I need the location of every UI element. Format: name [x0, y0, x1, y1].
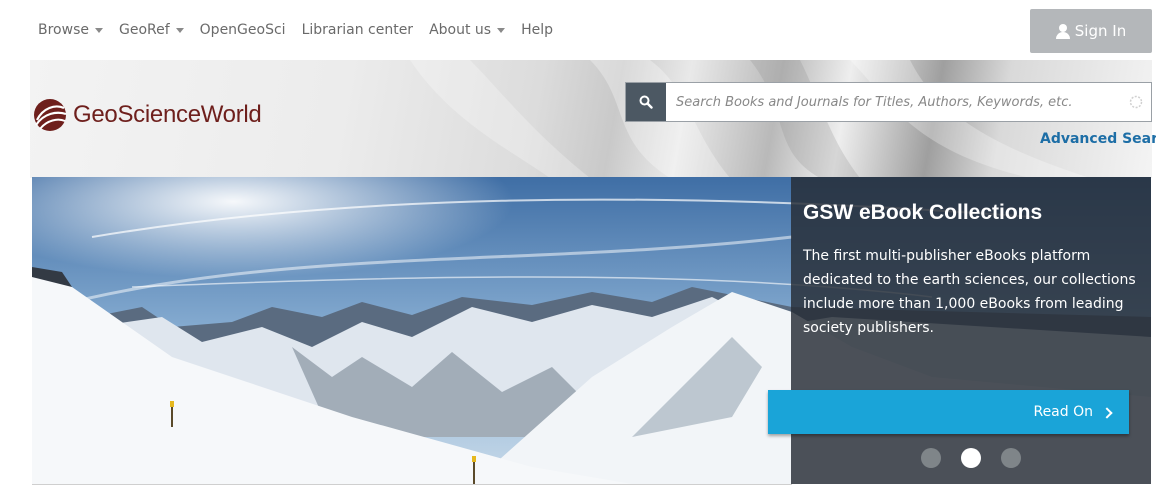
- carousel-dot-2[interactable]: [961, 448, 981, 468]
- promo-description: The first multi-publisher eBooks platfor…: [803, 248, 1136, 336]
- promo-panel: GSW eBook Collections The first multi-pu…: [791, 177, 1151, 484]
- nav-item-about-us[interactable]: About us: [429, 22, 506, 38]
- nav-item-help[interactable]: Help: [521, 22, 553, 38]
- divider: [32, 484, 792, 485]
- nav-item-label: Browse: [38, 22, 89, 38]
- user-icon: [1055, 23, 1070, 39]
- carousel-indicators: [921, 448, 1021, 468]
- logo-text: GeoScienceWorld: [73, 101, 262, 128]
- caret-down-icon: [94, 27, 103, 33]
- search-button[interactable]: [626, 83, 666, 121]
- loading-icon: [1121, 83, 1151, 121]
- search-icon: [639, 95, 653, 109]
- nav-item-label: OpenGeoSci: [199, 22, 286, 38]
- search-input[interactable]: [666, 83, 1121, 121]
- geoscienceworld-logo-icon: [34, 99, 67, 131]
- sign-in-label: Sign In: [1074, 22, 1127, 40]
- nav-item-opengeosci[interactable]: OpenGeoSci: [200, 22, 286, 38]
- hero-carousel: GSW eBook Collections The first multi-pu…: [32, 177, 1151, 484]
- search-bar: [625, 82, 1152, 122]
- nav-item-browse[interactable]: Browse: [38, 22, 103, 38]
- nav-item-label: About us: [429, 22, 492, 38]
- nav-item-label: Help: [521, 22, 554, 38]
- carousel-dot-1[interactable]: [921, 448, 941, 468]
- top-navigation: Browse GeoRef OpenGeoSci Librarian cente…: [0, 0, 1156, 60]
- caret-down-icon: [497, 27, 506, 33]
- promo-title: GSW eBook Collections: [803, 201, 1043, 224]
- nav-item-label: Librarian center: [301, 22, 414, 38]
- site-logo[interactable]: GeoScienceWorld: [33, 98, 262, 132]
- nav-item-georef[interactable]: GeoRef: [119, 22, 184, 38]
- read-on-button[interactable]: Read On: [768, 390, 1129, 434]
- nav-menu: Browse GeoRef OpenGeoSci Librarian cente…: [38, 22, 569, 38]
- carousel-dot-3[interactable]: [1001, 448, 1021, 468]
- caret-down-icon: [175, 27, 184, 33]
- nav-item-label: GeoRef: [118, 22, 170, 38]
- nav-item-librarian-center[interactable]: Librarian center: [302, 22, 414, 38]
- read-on-label: Read On: [1033, 404, 1093, 420]
- sign-in-button[interactable]: Sign In: [1030, 9, 1152, 53]
- chevron-right-icon: [1101, 406, 1113, 419]
- advanced-search-link[interactable]: Advanced Search: [1040, 131, 1156, 147]
